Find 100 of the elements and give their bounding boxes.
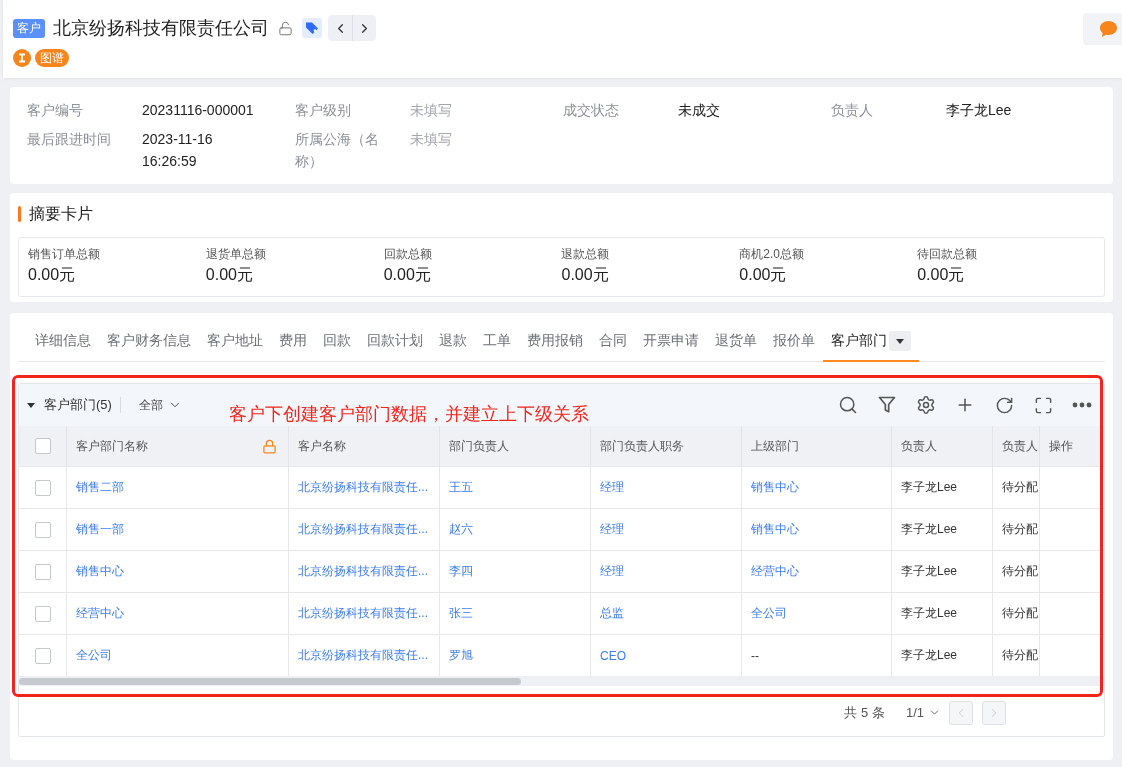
search-icon: [838, 395, 858, 415]
tab[interactable]: 详细信息: [27, 322, 99, 362]
field-label: 客户编号: [27, 101, 84, 120]
field-value: 2023-11-16 16:26:59: [142, 130, 214, 171]
cell-link[interactable]: 全公司: [76, 647, 112, 664]
table-row[interactable]: 全公司 北京纷扬科技有限责任... 罗旭 CEO -- 李子龙Lee 待分配: [19, 634, 1104, 676]
tab[interactable]: 费用: [271, 322, 315, 362]
field-value: 李子龙Lee: [946, 101, 1013, 120]
fullscreen-icon: [1033, 395, 1053, 415]
cell-link[interactable]: 北京纷扬科技有限责任...: [298, 479, 428, 496]
tab[interactable]: 工单: [475, 322, 519, 362]
tab[interactable]: 回款计划: [359, 322, 431, 362]
cell-link[interactable]: 销售一部: [76, 521, 124, 538]
stat-value: 0.00元: [739, 265, 787, 285]
caret-down-icon[interactable]: [889, 331, 911, 351]
cell-link[interactable]: 总监: [600, 605, 624, 622]
checkbox[interactable]: [34, 521, 51, 538]
tab[interactable]: 费用报销: [519, 322, 591, 362]
filter-icon: [877, 395, 897, 415]
cell-link[interactable]: 经理: [600, 563, 624, 580]
tab[interactable]: 回款: [315, 322, 359, 362]
fullscreen-button[interactable]: [1033, 395, 1053, 415]
cell-link[interactable]: 经营中心: [751, 563, 799, 580]
tab-label: 报价单: [773, 332, 815, 350]
accent-bar: [18, 206, 21, 222]
cell-link[interactable]: 经理: [600, 479, 624, 496]
cell-link[interactable]: 销售中心: [751, 479, 799, 496]
tab[interactable]: 开票申请: [635, 322, 707, 362]
cell-link[interactable]: 赵六: [449, 521, 473, 538]
tab-label: 客户部门: [831, 332, 887, 350]
summary-title: 摘要卡片: [29, 204, 93, 224]
tab-label: 费用报销: [527, 332, 583, 350]
cell-link[interactable]: 北京纷扬科技有限责任...: [298, 647, 428, 664]
more-icon: [1072, 402, 1092, 408]
tab[interactable]: 退货单: [707, 322, 765, 362]
cell-link[interactable]: 北京纷扬科技有限责任...: [298, 521, 428, 538]
table-cell: 待分配: [1002, 647, 1038, 664]
table-row[interactable]: 销售中心 北京纷扬科技有限责任... 李四 经理 经营中心 李子龙Lee 待分配: [19, 550, 1104, 592]
page-select[interactable]: 1/1: [905, 705, 941, 720]
lock-button[interactable]: [277, 20, 293, 36]
field-label: 所属公海（名称）: [295, 130, 380, 171]
stat-label: 销售订单总额: [28, 247, 100, 261]
table-cell: 李子龙Lee: [901, 563, 958, 580]
record-title: 北京纷扬科技有限责任公司: [53, 17, 269, 39]
stat-value: 0.00元: [917, 265, 965, 285]
horizontal-scrollbar[interactable]: [19, 676, 1104, 686]
chat-button[interactable]: [1083, 13, 1122, 45]
refresh-button[interactable]: [994, 395, 1014, 415]
tab[interactable]: 客户部门: [823, 322, 919, 362]
stat-label: 商机2.0总额: [739, 247, 804, 261]
table-cell: 待分配: [1002, 521, 1038, 538]
table-cell: 李子龙Lee: [901, 605, 958, 622]
cell-link[interactable]: 经营中心: [76, 605, 124, 622]
table-title: 客户部门(5): [44, 396, 112, 414]
tab-label: 回款计划: [367, 332, 423, 350]
tab[interactable]: 客户地址: [199, 322, 271, 362]
table-row[interactable]: 销售二部 北京纷扬科技有限责任... 王五 经理 销售中心 李子龙Lee 待分配: [19, 466, 1104, 508]
cell-link[interactable]: 全公司: [751, 605, 787, 622]
cell-link[interactable]: 销售中心: [751, 521, 799, 538]
checkbox[interactable]: [34, 647, 51, 664]
cell-link[interactable]: 罗旭: [449, 647, 473, 664]
search-button[interactable]: [838, 395, 858, 415]
cell-link[interactable]: 王五: [449, 479, 473, 496]
filter-dropdown[interactable]: 全部: [138, 394, 182, 416]
caret-down-icon[interactable]: [26, 400, 36, 410]
tab[interactable]: 退款: [431, 322, 475, 362]
settings-button[interactable]: [916, 395, 936, 415]
table-cell: 李子龙Lee: [901, 521, 958, 538]
filter-label: 全部: [138, 396, 163, 414]
table-cell: 待分配: [1002, 605, 1038, 622]
filter-button[interactable]: [877, 395, 897, 415]
cell-link[interactable]: 张三: [449, 605, 473, 622]
table-row[interactable]: 销售一部 北京纷扬科技有限责任... 赵六 经理 销售中心 李子龙Lee 待分配: [19, 508, 1104, 550]
cell-link[interactable]: 经理: [600, 521, 624, 538]
column-header: 负责人: [1002, 437, 1038, 455]
cell-link[interactable]: CEO: [600, 648, 626, 663]
tab[interactable]: 客户财务信息: [99, 322, 199, 362]
column-header: 客户部门名称: [76, 437, 148, 455]
tag-button[interactable]: [302, 18, 322, 38]
checkbox[interactable]: [34, 479, 51, 496]
field-value: 未成交: [678, 101, 721, 120]
checkbox[interactable]: [34, 563, 51, 580]
tab-label: 退货单: [715, 332, 757, 350]
checkbox[interactable]: [34, 438, 51, 454]
tab-label: 工单: [483, 332, 511, 350]
column-header: 部门负责人职务: [600, 437, 684, 455]
tab[interactable]: 报价单: [765, 322, 823, 362]
cell-link[interactable]: 李四: [449, 563, 473, 580]
graph-link[interactable]: 图谱: [35, 49, 69, 67]
cell-link[interactable]: 北京纷扬科技有限责任...: [298, 563, 428, 580]
page-label: 1/1: [905, 705, 924, 720]
cell-link[interactable]: 北京纷扬科技有限责任...: [298, 605, 428, 622]
cell-link[interactable]: 销售二部: [76, 479, 124, 496]
tab[interactable]: 合同: [591, 322, 635, 362]
tag-icon: [302, 18, 322, 38]
stat-label: 待回款总额: [917, 247, 978, 261]
table-row[interactable]: 经营中心 北京纷扬科技有限责任... 张三 总监 全公司 李子龙Lee 待分配: [19, 592, 1104, 634]
scrollbar-thumb[interactable]: [19, 678, 521, 685]
cell-link[interactable]: 销售中心: [76, 563, 124, 580]
checkbox[interactable]: [34, 605, 51, 622]
